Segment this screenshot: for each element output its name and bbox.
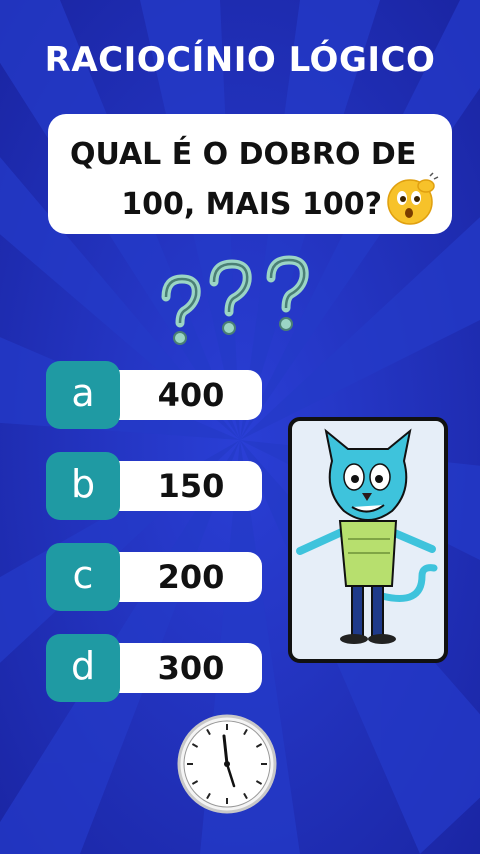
question-text-line-2: 100, MAIS 100? (121, 187, 382, 222)
answer-value: 200 (157, 558, 225, 596)
answer-letter: c (46, 543, 120, 611)
answer-option-b[interactable]: b 150 (46, 452, 262, 520)
answer-letter: d (46, 634, 120, 702)
answer-option-d[interactable]: d 300 (46, 634, 262, 702)
question-marks-icon (161, 255, 309, 345)
clock-icon (177, 714, 277, 814)
thinking-face-icon (387, 172, 439, 225)
answer-value: 300 (157, 649, 225, 687)
page-title: RACIOCÍNIO LÓGICO (44, 40, 436, 80)
answer-option-c[interactable]: c 200 (46, 543, 262, 611)
cartoon-cat-character-icon (296, 428, 438, 644)
answer-option-a[interactable]: a 400 (46, 361, 262, 429)
answer-letter: a (46, 361, 120, 429)
answer-value: 150 (157, 467, 225, 505)
character-card (288, 417, 448, 663)
answer-value: 400 (157, 376, 225, 414)
question-text-line-1: QUAL É O DOBRO DE (70, 137, 417, 172)
answer-letter: b (46, 452, 120, 520)
